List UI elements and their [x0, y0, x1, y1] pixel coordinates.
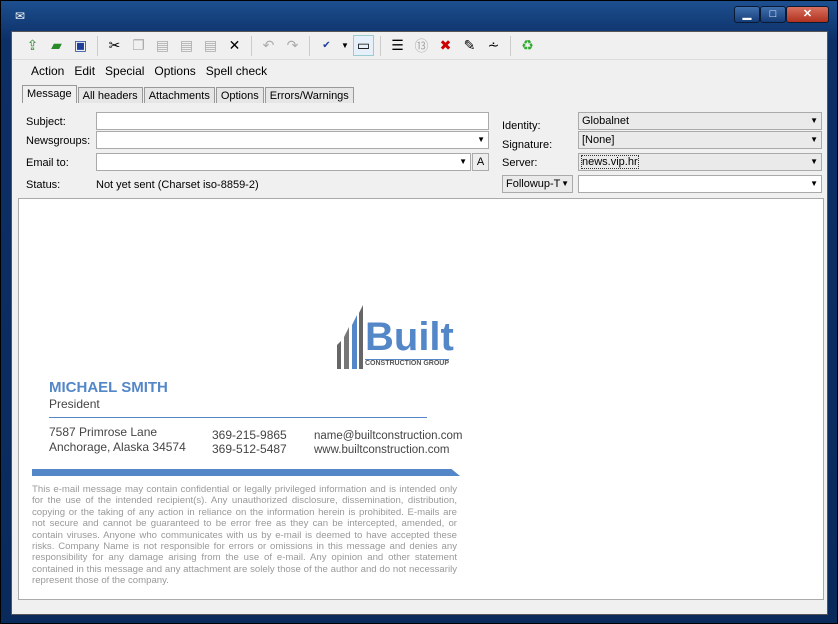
rot13-circle-icon[interactable]: ⑬ — [411, 35, 432, 56]
identity-select[interactable]: Globalnet ▼ — [578, 112, 822, 130]
identity-value: Globalnet — [582, 115, 630, 127]
address-book-button[interactable]: A — [472, 153, 489, 171]
rot13-icon[interactable]: ▭ — [353, 35, 374, 56]
chevron-down-icon[interactable]: ▼ — [340, 35, 350, 56]
trash-icon[interactable]: ♻ — [517, 35, 538, 56]
email-to-label: Email to: — [26, 157, 69, 169]
menu-options[interactable]: Options — [149, 64, 200, 78]
phone-1: 369-215-9865 — [212, 428, 287, 442]
client-area: ⇪ ▰ ▣ ✂ ❐ ▤ ▤ ▤ ✕ ↶ ↷ ✔ ▼ ▭ ☰ ⑬ ✖ ✎ ⩪ ♻ … — [11, 31, 828, 615]
sender-title: President — [49, 397, 100, 411]
address-line-1: 7587 Primrose Lane — [49, 425, 158, 439]
close-button[interactable]: ✕ — [786, 6, 829, 23]
accent-bar — [32, 469, 460, 476]
signature-value: [None] — [582, 134, 615, 146]
logo-word: Built — [365, 315, 454, 359]
server-select[interactable]: news.vip.hr ▼ — [578, 153, 822, 171]
server-label: Server: — [502, 157, 538, 169]
sender-name: MICHAEL SMITH — [49, 379, 168, 396]
chevron-down-icon: ▼ — [810, 179, 818, 188]
envelope-icon: ✉ — [15, 9, 26, 23]
copy-icon[interactable]: ❐ — [128, 35, 149, 56]
tab-bar: Message All headers Attachments Options … — [22, 85, 355, 103]
chevron-down-icon: ▼ — [561, 179, 569, 188]
cut-icon[interactable]: ✂ — [104, 35, 125, 56]
menu-spell-check[interactable]: Spell check — [201, 64, 272, 78]
identity-label: Identity: — [502, 120, 541, 132]
chevron-down-icon: ▼ — [810, 157, 818, 166]
tab-options[interactable]: Options — [215, 87, 264, 103]
chevron-down-icon: ▼ — [810, 116, 818, 125]
maximize-button[interactable]: □ — [760, 6, 786, 23]
window-frame: ✉ ▁ □ ✕ ⇪ ▰ ▣ ✂ ❐ ▤ ▤ ▤ ✕ ↶ ↷ ✔ ▼ ▭ ☰ ⑬ … — [0, 0, 838, 624]
newsgroups-select[interactable]: ▼ — [96, 131, 489, 149]
status-label: Status: — [26, 179, 61, 191]
delete-icon[interactable]: ✕ — [224, 35, 245, 56]
toolbar: ⇪ ▰ ▣ ✂ ❐ ▤ ▤ ▤ ✕ ↶ ↷ ✔ ▼ ▭ ☰ ⑬ ✖ ✎ ⩪ ♻ — [12, 32, 827, 60]
send-icon[interactable]: ⇪ — [22, 35, 43, 56]
signature-select[interactable]: [None] ▼ — [578, 131, 822, 149]
server-value: news.vip.hr — [581, 155, 639, 169]
send-later-icon[interactable]: ▰ — [46, 35, 67, 56]
followup-value: Followup-T — [506, 178, 561, 190]
disclaimer-text: This e-mail message may contain confiden… — [32, 484, 457, 587]
phone-2: 369-512-5487 — [212, 442, 287, 456]
tab-all-headers[interactable]: All headers — [77, 87, 143, 103]
signature-icon[interactable]: ✎ — [459, 35, 480, 56]
status-value: Not yet sent (Charset iso-8859-2) — [96, 179, 259, 191]
followup-select[interactable]: Followup-T ▼ — [502, 175, 573, 193]
save-icon[interactable]: ▣ — [70, 35, 91, 56]
cancel-icon[interactable]: ✖ — [435, 35, 456, 56]
menu-action[interactable]: Action — [26, 64, 69, 78]
website-link[interactable]: www.builtconstruction.com — [314, 444, 450, 456]
tab-message[interactable]: Message — [22, 85, 77, 103]
email-link[interactable]: name@builtconstruction.com — [314, 430, 462, 442]
company-logo: Built CONSTRUCTION GROUP — [337, 303, 459, 376]
signature-label: Signature: — [502, 139, 553, 151]
menu-edit[interactable]: Edit — [69, 64, 100, 78]
paste-icon[interactable]: ▤ — [152, 35, 173, 56]
subject-input[interactable] — [96, 112, 489, 130]
logo-subtitle: CONSTRUCTION GROUP — [365, 359, 449, 367]
subject-label: Subject: — [26, 116, 66, 128]
chevron-down-icon: ▼ — [477, 135, 485, 144]
divider — [49, 417, 427, 418]
chevron-down-icon: ▼ — [459, 157, 467, 166]
address-line-2: Anchorage, Alaska 34574 — [49, 440, 186, 454]
chevron-down-icon: ▼ — [810, 135, 818, 144]
tab-attachments[interactable]: Attachments — [143, 87, 215, 103]
paste-special-icon[interactable]: ▤ — [200, 35, 221, 56]
email-to-select[interactable]: ▼ — [96, 153, 471, 171]
menu-bar: Action Edit Special Options Spell check — [12, 61, 827, 81]
menu-special[interactable]: Special — [100, 64, 149, 78]
message-body[interactable]: Built CONSTRUCTION GROUP MICHAEL SMITH P… — [18, 198, 824, 600]
followup-to-select[interactable]: ▼ — [578, 175, 822, 193]
undo-icon[interactable]: ↶ — [258, 35, 279, 56]
reformat-icon[interactable]: ⩪ — [483, 35, 504, 56]
redo-icon[interactable]: ↷ — [282, 35, 303, 56]
paste-quoted-icon[interactable]: ▤ — [176, 35, 197, 56]
spellcheck-icon[interactable]: ✔ — [316, 35, 337, 56]
minimize-button[interactable]: ▁ — [734, 6, 760, 23]
wrap-icon[interactable]: ☰ — [387, 35, 408, 56]
newsgroups-label: Newsgroups: — [26, 135, 91, 147]
tab-errors-warnings[interactable]: Errors/Warnings — [264, 87, 354, 103]
